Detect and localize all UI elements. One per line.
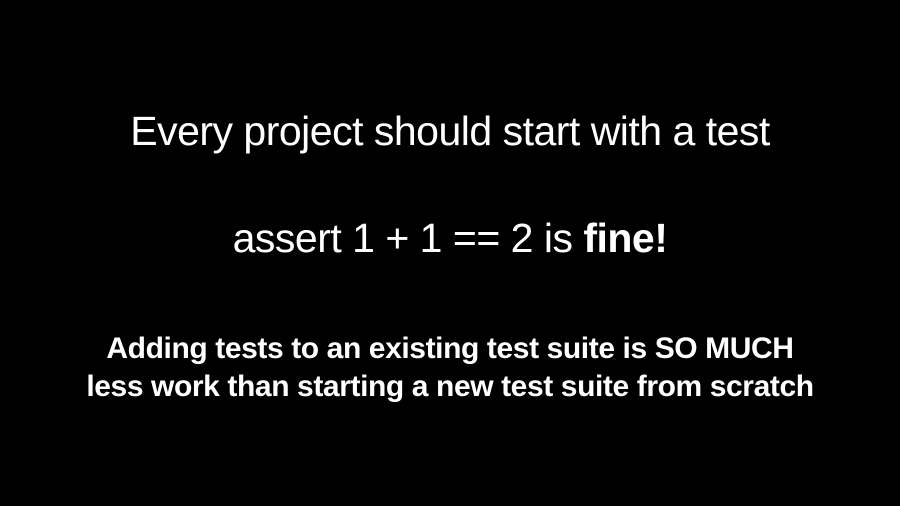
assertion-text: assert 1 + 1 == 2 is fine! [233, 215, 668, 262]
presentation-slide: Every project should start with a test a… [0, 0, 900, 506]
supporting-line-2: less work than starting a new test suite… [86, 368, 813, 406]
assertion-emphasis: fine! [583, 215, 667, 261]
assertion-prefix: assert 1 + 1 == 2 is [233, 215, 584, 261]
supporting-text: Adding tests to an existing test suite i… [86, 330, 813, 407]
supporting-line-1: Adding tests to an existing test suite i… [86, 330, 813, 368]
headline-text: Every project should start with a test [130, 108, 770, 155]
